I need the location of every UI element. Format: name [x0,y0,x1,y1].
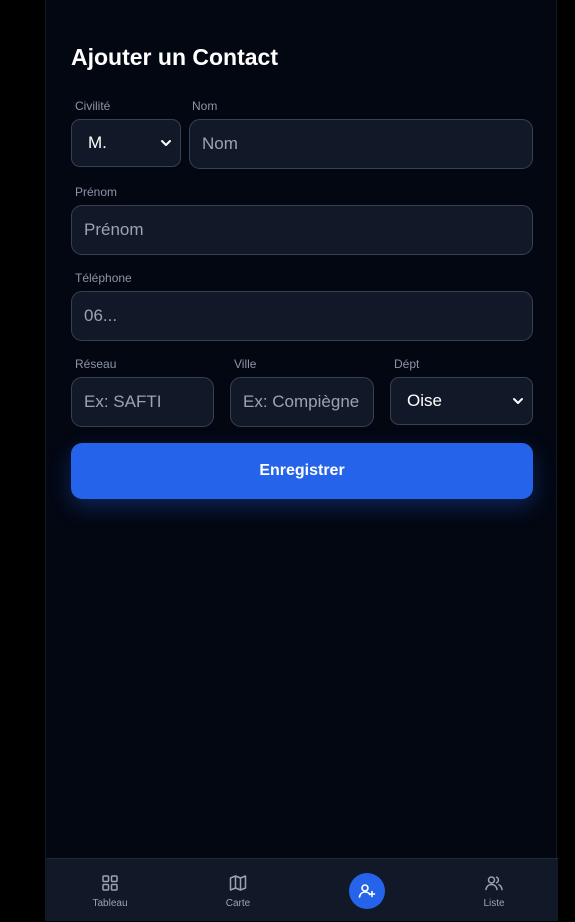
dept-label: Dépt [394,357,420,371]
reseau-label: Réseau [75,357,117,371]
nav-item-tableau[interactable]: Tableau [65,859,155,922]
nav-add-contact-button[interactable] [349,873,385,909]
save-button[interactable]: Enregistrer [71,443,533,499]
civilite-value: M. [88,133,107,152]
bottom-nav: Tableau Carte Liste [46,858,558,921]
ville-input[interactable]: Ex: Compiègne [230,377,374,427]
user-plus-icon [358,884,376,898]
map-icon [229,875,247,891]
civilite-label: Civilité [75,99,111,113]
prenom-placeholder: Prénom [84,220,144,239]
civilite-select[interactable]: M. [71,119,181,167]
nom-label: Nom [192,99,218,113]
dept-select[interactable]: Oise [390,377,533,425]
nav-item-liste[interactable]: Liste [449,859,539,922]
reseau-placeholder: Ex: SAFTI [84,392,162,411]
chevron-down-icon [161,140,171,146]
nav-label-liste: Liste [483,898,505,909]
telephone-label: Téléphone [75,271,132,285]
reseau-input[interactable]: Ex: SAFTI [71,377,214,427]
ville-label: Ville [234,357,257,371]
ville-placeholder: Ex: Compiègne [243,392,360,411]
nom-placeholder: Nom [202,134,238,153]
grid-icon [102,875,118,891]
telephone-input[interactable]: 06... [71,291,533,341]
page-title: Ajouter un Contact [71,44,278,70]
nav-label-tableau: Tableau [92,898,128,909]
telephone-placeholder: 06... [84,306,118,325]
nom-input[interactable]: Nom [189,119,533,169]
chevron-down-icon [513,398,523,404]
dept-value: Oise [407,391,442,410]
users-icon [485,876,503,891]
prenom-label: Prénom [75,185,118,199]
prenom-input[interactable]: Prénom [71,205,533,255]
app-screen: Ajouter un Contact Civilité M. Nom Nom P… [45,0,558,921]
nav-item-carte[interactable]: Carte [193,859,283,922]
nav-label-carte: Carte [225,898,251,909]
